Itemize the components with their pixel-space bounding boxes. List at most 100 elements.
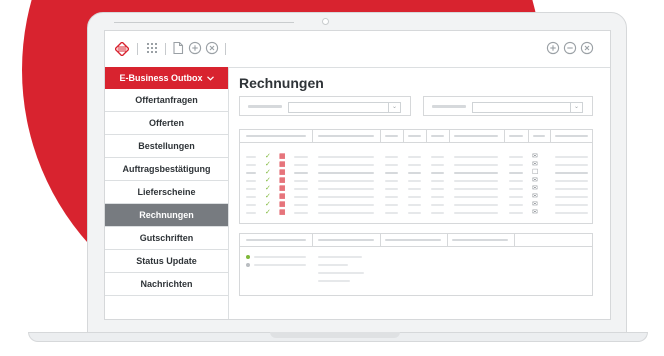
column-header-placeholder [555,135,588,137]
sidebar-item-label: Auftragsbestätigung [122,164,211,174]
sidebar-header-label: E-Business Outbox [119,73,203,83]
envelope-icon[interactable]: ✉ [532,193,540,200]
pdf-icon[interactable]: ▦ [279,161,286,168]
sidebar: E-Business Outbox Offertanfragen Offerte… [105,67,229,319]
pdf-icon[interactable]: ▦ [279,169,286,176]
sidebar-item-nachrichten[interactable]: Nachrichten [105,273,228,296]
column-divider [447,234,448,246]
filter-field[interactable]: ⌄ [423,96,593,116]
envelope-icon[interactable]: ✉ [532,177,540,184]
close-circle-icon[interactable] [580,41,594,55]
table-row[interactable]: ✓ ▦ ☐ [240,169,592,176]
sidebar-item-label: Rechnungen [139,210,194,220]
remove-circle-icon[interactable] [563,41,577,55]
sidebar-item-label: Bestellungen [138,141,195,151]
column-divider [380,130,381,142]
sidebar-item-rechnungen[interactable]: Rechnungen [105,204,228,227]
filter-input[interactable] [288,102,390,113]
detail-header [240,234,592,247]
add-circle-icon[interactable] [188,41,202,55]
toolbar-separator [225,43,226,55]
envelope-icon[interactable]: ☐ [532,169,540,176]
check-icon: ✓ [265,153,271,160]
main-content: Rechnungen ⌄ ⌄ ✓ ▦ ✉ ✓ ▦ ✉ ✓ ▦ ☐ ✓ ▦ ✉ ✓… [229,67,610,319]
envelope-icon[interactable]: ✉ [532,161,540,168]
table-header [240,130,592,143]
check-icon: ✓ [265,169,271,176]
column-header-placeholder [454,135,498,137]
column-divider [312,234,313,246]
add-circle-icon[interactable] [546,41,560,55]
table-row[interactable]: ✓ ▦ ✉ [240,193,592,200]
document-icon[interactable] [171,41,185,55]
column-divider [380,234,381,246]
column-header-placeholder [431,135,444,137]
logo-icon [115,42,129,56]
check-icon: ✓ [265,185,271,192]
check-icon: ✓ [265,177,271,184]
table-row[interactable]: ✓ ▦ ✉ [240,201,592,208]
envelope-icon[interactable]: ✉ [532,153,540,160]
filter-field[interactable]: ⌄ [239,96,411,116]
detail-placeholder [318,256,362,258]
app-screen: E-Business Outbox Offertanfragen Offerte… [104,30,611,320]
filter-label-placeholder [432,105,466,108]
column-divider [514,234,515,246]
pdf-icon[interactable]: ▦ [279,201,286,208]
chevron-down-icon [206,75,214,81]
column-divider [449,130,450,142]
detail-placeholder [318,272,364,274]
close-circle-icon[interactable] [205,41,219,55]
envelope-icon[interactable]: ✉ [532,185,540,192]
grid-icon[interactable] [145,41,159,55]
page-title: Rechnungen [239,75,324,91]
pdf-icon[interactable]: ▦ [279,177,286,184]
envelope-icon[interactable]: ✉ [532,201,540,208]
sidebar-item-bestellungen[interactable]: Bestellungen [105,135,228,158]
column-divider [528,130,529,142]
pdf-icon[interactable]: ▦ [279,153,286,160]
laptop-bezel-line [114,22,294,23]
column-header-placeholder [452,239,508,241]
pdf-icon[interactable]: ▦ [279,209,286,216]
table-row[interactable]: ✓ ▦ ✉ [240,185,592,192]
column-divider [504,130,505,142]
column-header-placeholder [246,135,306,137]
table-row[interactable]: ✓ ▦ ✉ [240,209,592,216]
pdf-icon[interactable]: ▦ [279,193,286,200]
sidebar-item-auftragsbestaetigung[interactable]: Auftragsbestätigung [105,158,228,181]
check-icon: ✓ [265,161,271,168]
column-header-placeholder [318,239,374,241]
results-table: ✓ ▦ ✉ ✓ ▦ ✉ ✓ ▦ ☐ ✓ ▦ ✉ ✓ ▦ ✉ ✓ ▦ ✉ ✓ ▦ … [239,129,593,224]
pdf-icon[interactable]: ▦ [279,185,286,192]
envelope-icon[interactable]: ✉ [532,209,540,216]
sidebar-item-label: Gutschriften [139,233,194,243]
sidebar-item-label: Nachrichten [140,279,193,289]
sidebar-item-label: Lieferscheine [137,187,196,197]
detail-placeholder [318,264,348,266]
table-row[interactable]: ✓ ▦ ✉ [240,177,592,184]
detail-placeholder [254,264,306,266]
sidebar-item-label: Offertanfragen [135,95,198,105]
filter-label-placeholder [248,105,282,108]
filter-input[interactable] [472,102,572,113]
table-row[interactable]: ✓ ▦ ✉ [240,161,592,168]
column-header-placeholder [408,135,421,137]
toolbar-separator [137,43,138,55]
toolbar-separator [165,43,166,55]
sidebar-item-offerten[interactable]: Offerten [105,112,228,135]
sidebar-item-gutschriften[interactable]: Gutschriften [105,227,228,250]
toolbar [105,31,610,68]
chevron-down-icon[interactable]: ⌄ [570,102,583,113]
sidebar-item-lieferscheine[interactable]: Lieferscheine [105,181,228,204]
detail-panel [239,233,593,296]
sidebar-item-label: Status Update [136,256,197,266]
chevron-down-icon[interactable]: ⌄ [388,102,401,113]
sidebar-item-offertanfragen[interactable]: Offertanfragen [105,89,228,112]
sidebar-item-status-update[interactable]: Status Update [105,250,228,273]
table-row[interactable]: ✓ ▦ ✉ [240,153,592,160]
sidebar-header[interactable]: E-Business Outbox [105,67,228,89]
check-icon: ✓ [265,193,271,200]
column-header-placeholder [533,135,545,137]
column-divider [312,130,313,142]
